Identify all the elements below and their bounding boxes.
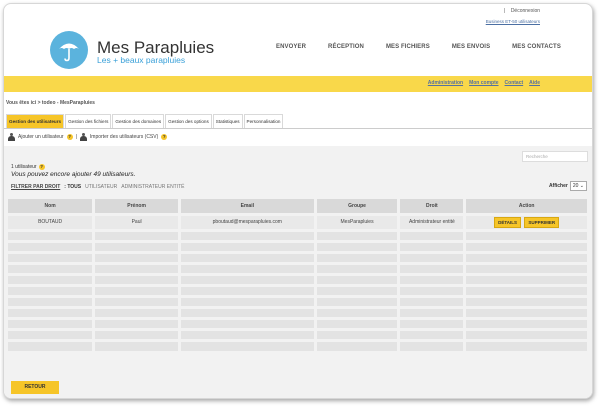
col-groupe[interactable]: Groupe [315, 199, 401, 214]
empty-row [8, 239, 590, 252]
help-icon[interactable]: ? [161, 134, 168, 140]
nav-mes-envois[interactable]: MES ENVOIS [452, 44, 490, 50]
separator: | [504, 8, 506, 14]
breadcrumb: Vous êtes ici > todeo - MesParapluies [6, 100, 95, 106]
nav-envoyer[interactable]: ENVOYER [276, 44, 306, 50]
cell-nom: BOUTAUD [8, 212, 96, 230]
tab-statistiques[interactable]: Statistiques [212, 114, 243, 128]
details-button[interactable]: DÉTAILS [494, 216, 522, 228]
tab-divider [4, 128, 592, 129]
help-icon[interactable]: ? [66, 134, 73, 140]
tab-personnalisation[interactable]: Personnalisation [243, 114, 284, 128]
page-size-control: Afficher 20 ⌄ [549, 181, 587, 191]
col-prenom[interactable]: Prénom [93, 199, 181, 214]
remaining-users-text: Vous pouvez encore ajouter 49 utilisateu… [11, 171, 136, 178]
main-nav: ENVOYER RÉCEPTION MES FICHIERS MES ENVOI… [276, 44, 561, 50]
cell-action: DÉTAILS SUPPRIMER [464, 212, 590, 230]
admin-links: Administration Mon compte Contact Aide [428, 80, 540, 86]
tab-bar: Gestion des utilisateurs Gestion des fic… [6, 114, 284, 128]
tab-gestion-options[interactable]: Gestion des options [165, 114, 212, 128]
filter-label: FILTRER PAR DROIT [11, 184, 61, 190]
user-count-text: 1 utilisateur [11, 164, 37, 170]
empty-row [8, 327, 590, 340]
page-size-label: Afficher [548, 183, 568, 189]
add-user-link[interactable]: Ajouter un utilisateur [18, 134, 64, 140]
cell-groupe: MesParapluies [315, 212, 401, 230]
top-links: | Déconnexion [504, 8, 540, 14]
separator: | [75, 134, 77, 140]
user-count: 1 utilisateur ? [11, 164, 45, 170]
empty-row [8, 228, 590, 241]
logo[interactable] [50, 31, 88, 69]
col-droit[interactable]: Droit [398, 199, 467, 214]
cell-prenom: Paul [93, 212, 181, 230]
right-filter: FILTRER PAR DROIT : TOUS UTILISATEUR ADM… [11, 184, 185, 190]
tab-gestion-domaines[interactable]: Gestion des domaines [112, 114, 165, 128]
filter-admin-entite[interactable]: ADMINISTRATEUR ENTITÉ [121, 184, 184, 190]
umbrella-icon [59, 43, 79, 62]
plan-link[interactable]: Business ET-50 utilisateurs [486, 19, 540, 24]
table-header: Nom Prénom Email Groupe Droit Action [8, 199, 590, 214]
users-table: Nom Prénom Email Groupe Droit Action BOU… [8, 199, 590, 351]
import-users-link[interactable]: Importer des utilisateurs (CSV) [90, 134, 158, 140]
empty-row [8, 261, 590, 274]
brand-tagline: Les + beaux parapluies [97, 55, 186, 65]
empty-row [8, 250, 590, 263]
filter-tous[interactable]: : TOUS [64, 184, 81, 190]
filter-utilisateur[interactable]: UTILISATEUR [85, 184, 117, 190]
empty-row [8, 316, 590, 329]
page-size-select[interactable]: 20 ⌄ [569, 181, 587, 191]
tab-gestion-utilisateurs[interactable]: Gestion des utilisateurs [6, 114, 65, 128]
nav-mes-contacts[interactable]: MES CONTACTS [512, 44, 561, 50]
col-email[interactable]: Email [179, 199, 317, 214]
empty-row [8, 338, 590, 351]
link-aide[interactable]: Aide [529, 80, 540, 86]
cell-email: pboutaud@mesparapluies.com [179, 212, 317, 230]
link-administration[interactable]: Administration [428, 80, 463, 86]
table-row: BOUTAUD Paul pboutaud@mesparapluies.com … [8, 212, 590, 230]
cell-droit: Administrateur entité [398, 212, 467, 230]
user-actions: Ajouter un utilisateur ? | Importer des … [8, 133, 168, 141]
back-button[interactable]: RETOUR [11, 381, 59, 394]
empty-row [8, 283, 590, 296]
empty-row [8, 305, 590, 318]
empty-row [8, 272, 590, 285]
page-size-value: 20 [572, 183, 579, 189]
browser-frame: | Déconnexion Business ET-50 utilisateur… [3, 3, 593, 399]
col-action: Action [464, 199, 590, 214]
link-mon-compte[interactable]: Mon compte [469, 80, 498, 86]
logout-link[interactable]: Déconnexion [511, 8, 540, 14]
tab-gestion-fichiers[interactable]: Gestion des fichiers [65, 114, 112, 128]
nav-reception[interactable]: RÉCEPTION [328, 44, 364, 50]
search-input[interactable]: Recherche [522, 151, 588, 162]
user-icon [8, 133, 15, 141]
user-icon [79, 133, 87, 141]
col-nom[interactable]: Nom [8, 199, 96, 214]
nav-mes-fichiers[interactable]: MES FICHIERS [386, 44, 430, 50]
empty-row [8, 294, 590, 307]
link-contact[interactable]: Contact [505, 80, 524, 86]
help-icon[interactable]: ? [38, 164, 45, 170]
delete-button[interactable]: SUPPRIMER [524, 216, 560, 228]
